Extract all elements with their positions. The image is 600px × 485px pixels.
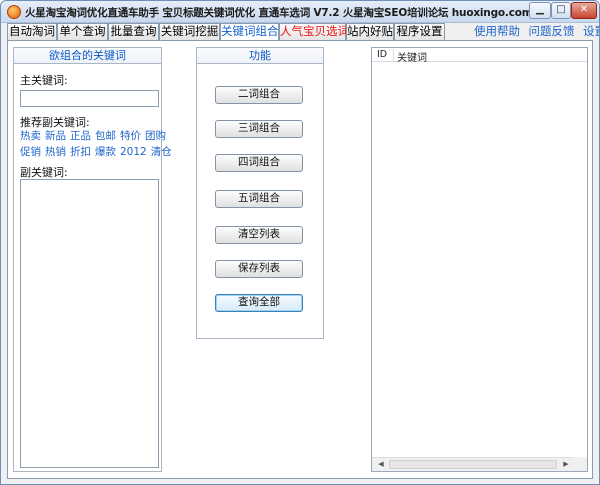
recommended-keyword[interactable]: 特价 [120,128,141,143]
top-links: 使用帮助 问题反馈 设置 [469,23,599,39]
recommended-keyword[interactable]: 包邮 [95,128,116,143]
tab-single-query[interactable]: 单个查询 [57,23,108,40]
tab-site-posts[interactable]: 站内好贴 [346,23,394,40]
sub-keyword-label: 副关键词: [20,166,68,179]
tab-batch-query[interactable]: 批量查询 [108,23,159,40]
tab-auto-search[interactable]: 自动淘词 [7,23,57,40]
feedback-link[interactable]: 问题反馈 [529,24,575,38]
keywords-panel-title: 欲组合的关键词 [14,48,161,64]
five-word-combine-button[interactable]: 五词组合 [215,190,303,208]
recommended-keywords-row-2: 促销 热销 折扣 爆款 2012 清仓 [20,144,176,159]
column-divider [393,49,394,61]
recommended-keyword[interactable]: 热卖 [20,128,41,143]
list-header: ID 关键词 [372,48,587,64]
column-header-keyword[interactable]: 关键词 [397,49,427,64]
tab-bar: 自动淘词 单个查询 批量查询 关键词挖掘 关键词组合 人气宝贝选词 站内好贴 程… [7,23,447,41]
keyword-combination-page: 欲组合的关键词 主关键词: 推荐副关键词: 热卖 新品 正品 包邮 特价 团购 促销 热销折… [7,40,593,479]
clear-list-button[interactable]: 清空列表 [215,226,303,244]
scrollbar-thumb[interactable] [389,460,557,469]
tab-popular-item-keywords[interactable]: 人气宝贝选词 [279,23,349,40]
close-button[interactable]: ✕ [571,2,597,19]
recommended-keyword[interactable]: 正品 [70,128,91,143]
three-word-combine-button[interactable]: 三词组合 [215,120,303,138]
keywords-to-combine-panel: 欲组合的关键词 主关键词: 推荐副关键词: 热卖 新品 正品 包邮 特价 团购 促销 热销折… [13,47,172,472]
query-all-button[interactable]: 查询全部 [215,294,303,312]
column-header-id[interactable]: ID [377,49,387,60]
recommended-keyword[interactable]: 清仓 [151,144,172,159]
recommended-keyword[interactable]: 2012 [120,146,147,158]
maximize-button[interactable]: □ [551,2,571,19]
save-list-button[interactable]: 保存列表 [215,260,303,278]
recommended-keyword[interactable]: 促销 [20,144,41,159]
tab-keyword-combination[interactable]: 关键词组合 [220,23,279,41]
tab-program-settings[interactable]: 程序设置 [394,23,445,40]
result-list[interactable]: ID 关键词 ◀ ▶ [371,47,588,472]
app-logo-icon [7,5,21,19]
four-word-combine-button[interactable]: 四词组合 [215,154,303,172]
function-panel-title: 功能 [197,48,323,64]
function-panel: 功能 二词组合 三词组合 四词组合 五词组合 清空列表 保存列表 查询全部 [196,47,324,339]
recommended-keyword[interactable]: 团购 [145,128,166,143]
recommended-keyword[interactable]: 爆款 [95,144,116,159]
settings-link[interactable]: 设置 [583,24,599,38]
scroll-right-arrow-icon[interactable]: ▶ [559,459,573,470]
scroll-corner [573,457,587,471]
sub-keyword-textarea[interactable] [20,179,159,468]
main-keyword-input[interactable] [20,90,159,107]
horizontal-scrollbar[interactable]: ◀ ▶ [372,457,587,471]
window-title: 火星淘宝淘词优化直通车助手 宝贝标题关键词优化 直通车选词 V7.2 火星淘宝S… [25,7,533,19]
scroll-left-arrow-icon[interactable]: ◀ [374,459,388,470]
recommended-keywords-row-1: 热卖 新品 正品 包邮 特价 团购 [20,128,170,143]
help-link[interactable]: 使用帮助 [474,24,520,38]
two-word-combine-button[interactable]: 二词组合 [215,86,303,104]
recommended-keyword[interactable]: 热销 [45,144,66,159]
main-keyword-label: 主关键词: [20,74,68,87]
recommended-keyword[interactable]: 折扣 [70,144,91,159]
main-window: 火星淘宝淘词优化直通车助手 宝贝标题关键词优化 直通车选词 V7.2 火星淘宝S… [0,0,600,485]
minimize-button[interactable]: ▁ [529,2,551,19]
title-bar[interactable]: 火星淘宝淘词优化直通车助手 宝贝标题关键词优化 直通车选词 V7.2 火星淘宝S… [1,1,599,23]
tab-keyword-mining[interactable]: 关键词挖掘 [159,23,220,40]
recommended-keyword[interactable]: 新品 [45,128,66,143]
